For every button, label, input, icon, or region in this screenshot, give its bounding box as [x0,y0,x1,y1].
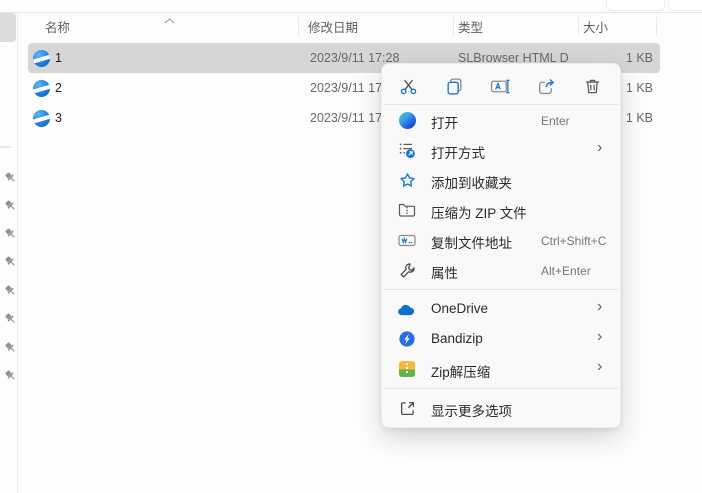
nav-pinned-item[interactable] [3,226,17,240]
menu-item-open[interactable]: 打开 Enter [382,105,620,135]
pushpin-icon [4,284,15,295]
submenu-chevron-icon: › [597,298,603,315]
column-divider[interactable] [298,17,299,36]
column-header-date-modified[interactable]: 修改日期 [308,17,358,36]
zip-folder-icon [398,201,416,219]
context-menu: 打开 Enter 打开方式 › 添加到收藏夹 压缩为 ZIP 文件 复制文件地址… [381,63,621,428]
sort-ascending-icon[interactable] [164,11,175,29]
rename-button[interactable] [484,71,516,101]
column-header-size[interactable]: 大小 [583,17,608,36]
quick-actions-row [382,68,620,104]
slbrowser-file-icon [33,50,50,67]
shortcut-label: Alt+Enter [541,264,591,278]
shortcut-label: Ctrl+Shift+C [541,234,607,248]
top-right-panel-edge [606,0,665,11]
file-date-modified: 2023/9/11 17 [310,111,383,125]
file-name: 1 [55,51,62,65]
edge-browser-icon [398,111,416,129]
trash-icon [585,79,599,93]
slbrowser-file-icon [33,110,50,127]
wrench-icon [398,261,416,279]
nav-pinned-item[interactable] [3,368,17,382]
menu-item-open-with[interactable]: 打开方式 › [382,135,620,165]
file-name: 2 [55,81,62,95]
toolbar-bottom-divider [0,12,702,13]
column-divider[interactable] [453,17,454,36]
pushpin-icon [4,312,15,323]
slbrowser-file-icon [33,80,50,97]
submenu-chevron-icon: › [597,139,603,156]
onedrive-cloud-icon [398,300,416,318]
nav-selected-item[interactable] [0,13,16,42]
nav-pane-dash [0,146,11,148]
nav-pinned-item[interactable] [3,170,17,184]
menu-separator [383,388,619,389]
column-header-name[interactable]: 名称 [45,17,70,36]
copy-path-icon [398,231,416,249]
column-divider[interactable] [656,17,657,36]
open-with-icon [398,141,416,159]
nav-pinned-item[interactable] [3,340,17,354]
nav-pinned-item[interactable] [3,311,17,325]
file-explorer-window: { "file_list": { "columns": [ { "label":… [0,0,702,493]
menu-item-compress-to-zip[interactable]: 压缩为 ZIP 文件 [382,195,620,225]
top-right-panel-edge [668,0,702,11]
copy-button[interactable] [438,71,470,101]
menu-item-onedrive[interactable]: OneDrive › [382,294,620,324]
pushpin-icon [4,255,15,266]
scissors-icon [400,79,416,94]
pushpin-icon [4,199,15,210]
submenu-chevron-icon: › [597,328,603,345]
zip-utility-icon [398,360,416,378]
nav-pinned-item[interactable] [3,198,17,212]
star-icon [398,171,416,189]
navigation-pane-divider [17,13,18,493]
file-name: 3 [55,111,62,125]
delete-button[interactable] [576,71,608,101]
pushpin-icon [4,227,15,238]
share-button[interactable] [530,71,562,101]
submenu-chevron-icon: › [597,358,603,375]
share-icon [538,78,554,94]
menu-item-zip-extract[interactable]: Zip解压缩 › [382,354,620,384]
menu-item-show-more-options[interactable]: 显示更多选项 [382,393,620,423]
copy-icon [446,77,461,95]
pushpin-icon [4,341,15,352]
pushpin-icon [4,369,15,380]
menu-item-copy-file-path[interactable]: 复制文件地址 Ctrl+Shift+C [382,225,620,255]
rename-icon [490,79,510,93]
bandizip-icon [398,330,416,348]
show-more-options-icon [398,399,416,417]
nav-pinned-item[interactable] [3,283,17,297]
nav-pinned-item[interactable] [3,254,17,268]
shortcut-label: Enter [541,114,570,128]
cut-button[interactable] [392,71,424,101]
pushpin-icon [4,171,15,182]
column-header-type[interactable]: 类型 [458,17,483,36]
column-divider[interactable] [578,17,579,36]
menu-item-add-to-favorites[interactable]: 添加到收藏夹 [382,165,620,195]
menu-item-properties[interactable]: 属性 Alt+Enter [382,255,620,285]
file-date-modified: 2023/9/11 17 [310,81,383,95]
menu-item-bandizip[interactable]: Bandizip › [382,324,620,354]
menu-separator [383,289,619,290]
